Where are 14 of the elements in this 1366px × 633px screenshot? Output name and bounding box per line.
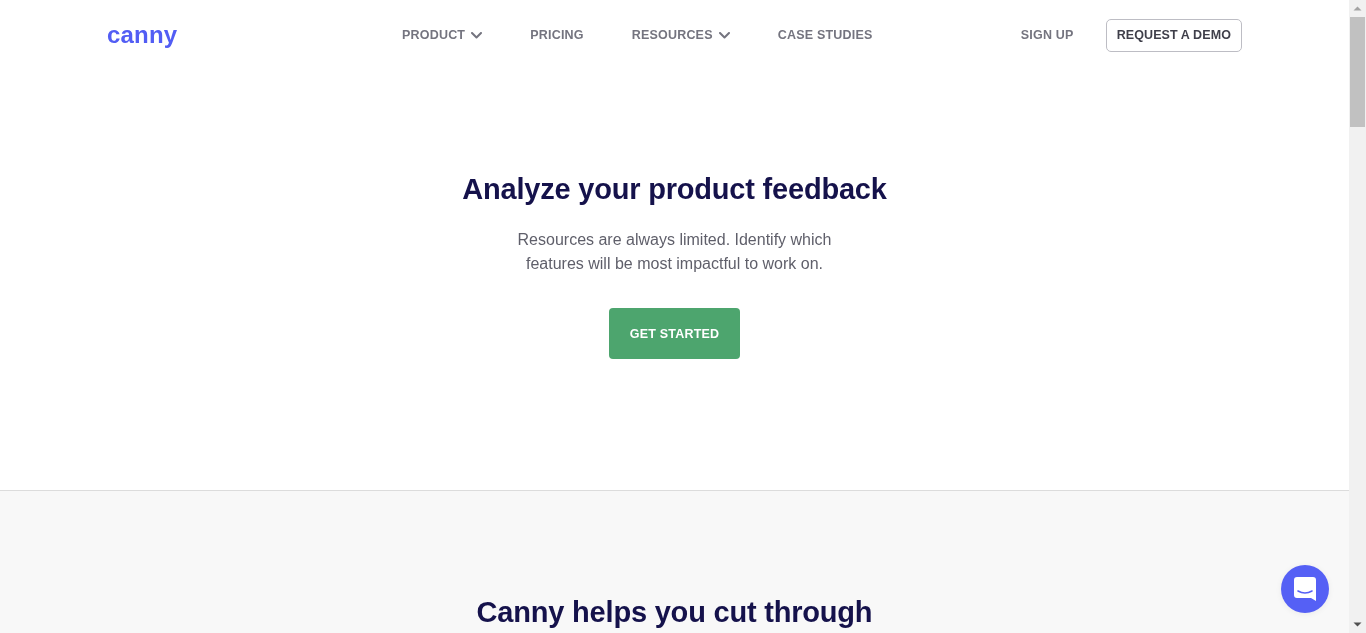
hero-description: Resources are always limited. Identify which features will be most impactful to work on. — [516, 230, 833, 274]
canny-logo[interactable]: canny — [107, 20, 178, 49]
scrollbar[interactable] — [1349, 0, 1366, 633]
nav-link[interactable]: RESOURCES — [631, 27, 730, 43]
chat-bubble-icon — [1294, 577, 1316, 601]
nav-link[interactable]: PRODUCT — [402, 27, 483, 43]
nav-link[interactable]: PRICING — [530, 27, 584, 43]
request-demo-button[interactable]: REQUEST A DEMO — [1105, 18, 1242, 52]
sign-up-link[interactable]: SIGN UP — [1020, 28, 1074, 42]
hero-heading: Analyze your product feedback — [462, 172, 887, 206]
scrollbar-thumb[interactable] — [1350, 17, 1365, 127]
section-heading: Canny helps you cut through — [476, 595, 873, 629]
nav-link[interactable]: CASE STUDIES — [777, 27, 873, 43]
get-started-button[interactable]: GET STARTED — [609, 308, 740, 359]
